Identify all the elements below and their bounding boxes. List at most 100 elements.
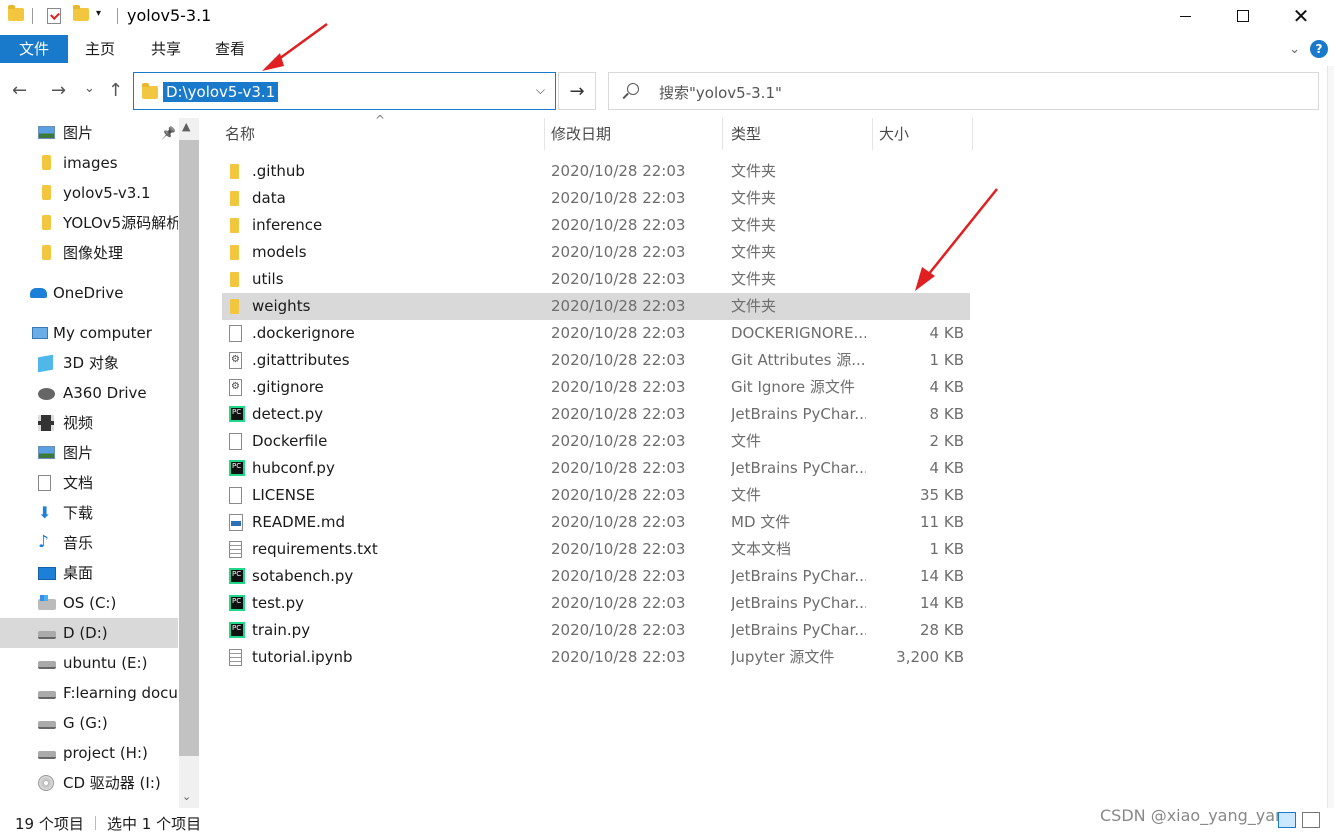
minimize-button[interactable] [1156, 0, 1214, 32]
file-name: Dockerfile [252, 432, 328, 450]
file-row[interactable]: Dockerfile 2020/10/28 22:03 文件 2 KB [222, 428, 970, 455]
file-date: 2020/10/28 22:03 [551, 621, 686, 639]
sidebar-item-label: OneDrive [53, 284, 124, 302]
sidebar-item[interactable]: 文档 [0, 468, 178, 498]
navigation-bar: ← → ⌄ ↑ D:\yolov5-v3.1 ⌵ → 搜索"yolov5-3.1… [0, 66, 1334, 116]
maximize-icon [1237, 10, 1249, 22]
file-date: 2020/10/28 22:03 [551, 324, 686, 342]
tab-share[interactable]: 共享 [138, 35, 194, 63]
search-box[interactable]: 搜索"yolov5-3.1" [608, 72, 1319, 110]
file-row[interactable]: utils 2020/10/28 22:03 文件夹 [222, 266, 970, 293]
address-text[interactable]: D:\yolov5-v3.1 [163, 82, 279, 102]
file-row[interactable]: weights 2020/10/28 22:03 文件夹 [222, 293, 970, 320]
forward-button[interactable]: → [51, 80, 66, 101]
back-button[interactable]: ← [12, 80, 27, 101]
file-row[interactable]: .github 2020/10/28 22:03 文件夹 [222, 158, 970, 185]
sidebar-item[interactable]: ♪ 音乐 [0, 528, 178, 558]
close-button[interactable]: ✕ [1272, 0, 1330, 32]
file-row[interactable]: train.py 2020/10/28 22:03 JetBrains PyChar… [222, 617, 970, 644]
file-date: 2020/10/28 22:03 [551, 297, 686, 315]
column-divider[interactable] [972, 118, 973, 150]
maximize-button[interactable] [1214, 0, 1272, 32]
go-button[interactable]: → [558, 72, 596, 110]
scroll-down-icon[interactable]: ⌄ [182, 790, 191, 803]
column-header-name[interactable]: 名称 [225, 118, 543, 150]
ribbon: 文件 主页 共享 查看 ⌄ ? [0, 35, 1334, 65]
file-type: JetBrains PyChar... [731, 594, 866, 612]
sidebar-item[interactable]: G (G:) [0, 708, 178, 738]
file-row[interactable]: LICENSE 2020/10/28 22:03 文件 35 KB [222, 482, 970, 509]
file-name: test.py [252, 594, 304, 612]
file-name: .gitattributes [252, 351, 350, 369]
file-row[interactable]: tutorial.ipynb 2020/10/28 22:03 Jupyter 源文… [222, 644, 970, 671]
properties-icon[interactable] [47, 8, 61, 24]
sidebar-item[interactable]: 桌面 [0, 558, 178, 588]
minimize-icon [1179, 15, 1191, 17]
customize-toolbar-icon[interactable]: ▾ [96, 8, 101, 19]
file-row[interactable]: detect.py 2020/10/28 22:03 JetBrains PyCha… [222, 401, 970, 428]
sidebar-item[interactable]: ubuntu (E:) [0, 648, 178, 678]
file-name: .github [252, 162, 305, 180]
sidebar-item[interactable]: OS (C:) [0, 588, 178, 618]
column-divider[interactable] [722, 118, 723, 150]
scroll-up-icon[interactable]: ▲ [182, 120, 190, 133]
file-row[interactable]: .dockerignore 2020/10/28 22:03 DOCKERIGNOR… [222, 320, 970, 347]
details-view-icon[interactable] [1278, 812, 1296, 828]
chevron-down-icon[interactable]: ⌵ [536, 83, 545, 98]
sidebar-item[interactable]: ⬇ 下载 [0, 498, 178, 528]
sidebar-item[interactable]: F:learning docu [0, 678, 178, 708]
column-divider[interactable] [544, 118, 545, 150]
tab-file[interactable]: 文件 [0, 35, 68, 63]
sidebar-item-label: 文档 [63, 474, 94, 492]
sidebar-item[interactable]: CD 驱动器 (I:) [0, 768, 178, 798]
column-header-date[interactable]: 修改日期 [551, 118, 721, 150]
address-bar[interactable]: D:\yolov5-v3.1 ⌵ [133, 72, 556, 110]
sidebar-item[interactable]: yolov5-v3.1 [0, 178, 178, 208]
sidebar-item[interactable]: 视频 [0, 408, 178, 438]
tab-view[interactable]: 查看 [202, 35, 258, 63]
column-header-type[interactable]: 类型 [731, 118, 871, 150]
file-row[interactable]: test.py 2020/10/28 22:03 JetBrains PyChar.… [222, 590, 970, 617]
file-row[interactable]: models 2020/10/28 22:03 文件夹 [222, 239, 970, 266]
file-row[interactable]: requirements.txt 2020/10/28 22:03 文本文档 1 KB [222, 536, 970, 563]
sidebar-item[interactable]: OneDrive [0, 278, 178, 308]
file-date: 2020/10/28 22:03 [551, 351, 686, 369]
sidebar-item-label: G (G:) [63, 714, 108, 732]
file-row[interactable]: .gitignore 2020/10/28 22:03 Git Ignore 源文件… [222, 374, 970, 401]
column-header-size[interactable]: 大小 [879, 118, 971, 150]
navigation-pane: 图片 📌 images yolov5-v3.1 YOLOv5源码解析 图像处理 OneDri… [0, 118, 200, 808]
sidebar-item[interactable]: YOLOv5源码解析 [0, 208, 178, 238]
sidebar-item[interactable]: D (D:) [0, 618, 178, 648]
cloud-icon [30, 288, 47, 298]
recent-locations-button[interactable]: ⌄ [84, 81, 95, 96]
file-row[interactable]: inference 2020/10/28 22:03 文件夹 [222, 212, 970, 239]
sidebar-item[interactable]: images [0, 148, 178, 178]
sidebar-item[interactable]: 图片 [0, 438, 178, 468]
file-row[interactable]: README.md 2020/10/28 22:03 MD 文件 11 KB [222, 509, 970, 536]
sidebar-item[interactable]: 图像处理 [0, 238, 178, 268]
sidebar-item[interactable]: 图片 📌 [0, 118, 178, 148]
file-type: 文件夹 [731, 297, 777, 315]
file-row[interactable]: data 2020/10/28 22:03 文件夹 [222, 185, 970, 212]
file-row[interactable]: sotabench.py 2020/10/28 22:03 JetBrains Py… [222, 563, 970, 590]
pin-icon[interactable]: 📌 [161, 118, 176, 148]
file-row[interactable]: hubconf.py 2020/10/28 22:03 JetBrains PyCh… [222, 455, 970, 482]
sidebar-item[interactable]: A360 Drive [0, 378, 178, 408]
tab-home[interactable]: 主页 [72, 35, 128, 63]
column-divider[interactable] [872, 118, 873, 150]
up-button[interactable]: ↑ [108, 80, 123, 101]
file-name: inference [252, 216, 323, 234]
large-icons-view-icon[interactable] [1302, 812, 1320, 828]
help-icon[interactable]: ? [1310, 40, 1328, 58]
cube-icon [38, 354, 53, 373]
sidebar-scrollbar-thumb[interactable] [179, 140, 199, 756]
sidebar-item[interactable]: My computer [0, 318, 178, 348]
sidebar-item[interactable]: 3D 对象 [0, 348, 178, 378]
close-icon: ✕ [1292, 4, 1310, 28]
desktop-icon [38, 567, 56, 580]
sidebar-item[interactable]: project (H:) [0, 738, 178, 768]
expand-ribbon-icon[interactable]: ⌄ [1289, 42, 1300, 57]
file-size: 28 KB [920, 621, 964, 639]
file-row[interactable]: .gitattributes 2020/10/28 22:03 Git Attrib… [222, 347, 970, 374]
new-folder-icon[interactable] [73, 5, 89, 21]
